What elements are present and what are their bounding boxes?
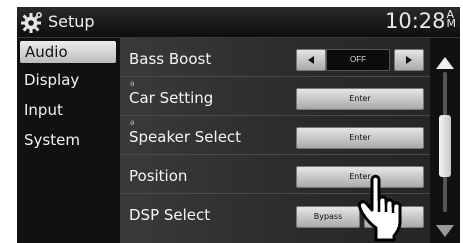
scroll-thumb[interactable] bbox=[439, 115, 451, 177]
sidebar-item-display[interactable]: Display bbox=[24, 71, 79, 89]
scrollbar[interactable] bbox=[430, 38, 460, 243]
setup-screen: Setup 10:28A M Audio Display Input System… bbox=[17, 7, 460, 243]
bass-boost-value: OFF bbox=[326, 49, 390, 71]
triangle-down-icon[interactable] bbox=[435, 224, 455, 238]
dsp-select-row: DSP Select Bypass E bbox=[120, 194, 430, 232]
clock-display: 10:28A M bbox=[385, 9, 456, 33]
bass-boost-label: Bass Boost bbox=[129, 50, 212, 68]
car-setting-mark: ǝ bbox=[130, 79, 135, 88]
clock-time: 10:28 bbox=[384, 9, 446, 33]
clock-ampm: AM bbox=[446, 9, 457, 30]
page-title: Setup bbox=[48, 12, 95, 31]
bass-boost-row: Bass Boost OFF bbox=[120, 38, 430, 77]
sidebar-item-input[interactable]: Input bbox=[24, 101, 63, 119]
header-bar: Setup 10:28A M bbox=[17, 7, 460, 38]
sidebar-item-audio[interactable]: Audio bbox=[20, 41, 116, 63]
speaker-select-mark: ǝ bbox=[130, 118, 135, 127]
position-enter-button[interactable]: Enter bbox=[296, 166, 424, 188]
dsp-bypass-button[interactable]: Bypass bbox=[296, 206, 360, 228]
car-setting-enter-button[interactable]: Enter bbox=[296, 88, 424, 110]
dsp-select-label: DSP Select bbox=[129, 206, 211, 224]
speaker-select-row: ǝ Speaker Select Enter bbox=[120, 116, 430, 155]
sidebar: Audio Display Input System bbox=[17, 38, 120, 243]
bass-boost-increase-button[interactable] bbox=[394, 49, 424, 71]
arrow-right-icon bbox=[406, 56, 412, 64]
settings-panel: Bass Boost OFF ǝ Car Setting Enter ǝ Spe… bbox=[120, 38, 430, 243]
speaker-select-enter-button[interactable]: Enter bbox=[296, 127, 424, 149]
triangle-up-icon[interactable] bbox=[435, 56, 455, 70]
arrow-left-icon bbox=[308, 56, 314, 64]
speaker-select-label: Speaker Select bbox=[129, 128, 242, 146]
position-label: Position bbox=[129, 167, 188, 185]
dsp-option-button[interactable]: E bbox=[364, 206, 424, 228]
bass-boost-decrease-button[interactable] bbox=[296, 49, 326, 71]
car-setting-label: Car Setting bbox=[129, 89, 214, 107]
position-row: Position Enter bbox=[120, 155, 430, 194]
sidebar-item-system[interactable]: System bbox=[24, 131, 80, 149]
gear-icon[interactable] bbox=[20, 10, 44, 34]
clock-m-letter: M bbox=[446, 17, 457, 30]
car-setting-row: ǝ Car Setting Enter bbox=[120, 77, 430, 116]
